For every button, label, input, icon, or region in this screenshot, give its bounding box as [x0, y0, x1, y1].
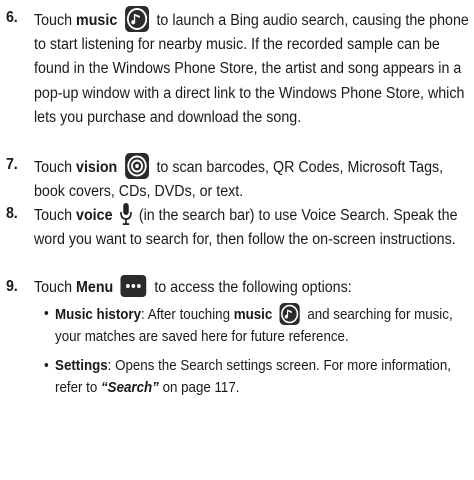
- bullet: •: [44, 306, 49, 322]
- option-text: • Music history: After touching music an…: [44, 303, 474, 349]
- step-number: 9.: [6, 278, 18, 295]
- option-music-history: • Music history: After touching music an…: [44, 303, 474, 349]
- music-note-icon: [124, 6, 149, 32]
- keyword-music: music: [76, 12, 118, 29]
- keyword-voice: voice: [76, 207, 113, 224]
- step-number: 7.: [6, 156, 18, 173]
- step-6: 6. Touch music to launch a Bing audio se…: [6, 6, 469, 130]
- keyword-menu: Menu: [76, 279, 114, 296]
- step-text: Touch voice (in the search bar) to use V…: [34, 202, 472, 252]
- more-dots-icon: [120, 275, 147, 297]
- step-text: Touch vision to scan barcodes, QR Codes,…: [34, 153, 472, 204]
- music-note-icon: [279, 303, 300, 325]
- cross-reference-link[interactable]: “Search”: [101, 380, 159, 396]
- eye-icon: [124, 153, 149, 179]
- bullet: •: [44, 358, 49, 374]
- option-settings: • Settings: Opens the Search settings sc…: [44, 355, 474, 400]
- step-7: 7. Touch vision to scan barcodes, QR Cod…: [6, 153, 468, 204]
- keyword-vision: vision: [76, 159, 118, 176]
- step-8: 8. Touch voice (in the search bar) to us…: [6, 202, 468, 252]
- option-label: Music history: [55, 307, 142, 323]
- step-number: 8.: [6, 205, 18, 222]
- step-9: 9. Touch Menu to access the following op…: [6, 275, 468, 300]
- microphone-icon: [119, 202, 132, 226]
- option-text: • Settings: Opens the Search settings sc…: [44, 355, 474, 400]
- step-number: 6.: [6, 9, 18, 26]
- manual-page: 6. Touch music to launch a Bing audio se…: [0, 0, 474, 480]
- step-text: Touch Menu to access the following optio…: [34, 275, 472, 300]
- option-label: Settings: [55, 358, 108, 374]
- keyword-music: music: [233, 307, 273, 323]
- step-text: Touch music to launch a Bing audio searc…: [34, 6, 472, 130]
